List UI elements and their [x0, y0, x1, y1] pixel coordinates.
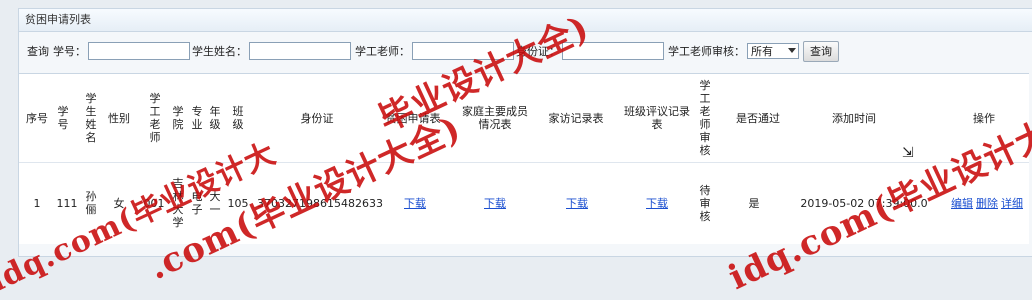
student-name-input[interactable] — [249, 42, 351, 60]
cell-no: 1 — [33, 196, 41, 210]
download-poverty-form-link[interactable]: 下载 — [404, 197, 426, 210]
data-table: 序号 学号 学生姓名 性别 学工老师 学院 专业 年级 班级 身份证 贫困申请表… — [19, 73, 1029, 244]
search-bar: 查询 学号： 学生姓名： 学工老师： 身份证： 学工老师审核： 所有 查询 — [19, 39, 1032, 63]
review-select-value: 所有 — [751, 45, 773, 58]
search-button[interactable]: 查询 — [803, 40, 839, 62]
cell-teacher: 001 — [143, 196, 165, 210]
col-header-visit-form: 家访记录表 — [548, 111, 604, 125]
cell-college: 吉林大学 — [172, 177, 184, 229]
col-header-class-review: 班级评议记录表 — [624, 105, 690, 131]
id-card-label: 身份证： — [516, 45, 560, 58]
col-header-college: 学院 — [172, 105, 184, 131]
col-header-passed: 是否通过 — [736, 111, 780, 125]
cell-poverty-form: 下载 — [395, 162, 435, 244]
col-header-class: 班级 — [232, 105, 244, 131]
download-visit-form-link[interactable]: 下载 — [566, 197, 588, 210]
download-class-review-link[interactable]: 下载 — [646, 197, 668, 210]
student-id-label: 学号： — [53, 45, 86, 58]
edit-link[interactable]: 编辑 — [951, 197, 973, 210]
col-header-no: 序号 — [26, 111, 48, 125]
cell-id-card: 370327198615482633 — [257, 196, 383, 210]
cell-passed: 是 — [748, 196, 760, 210]
detail-link[interactable]: 详细 — [1001, 197, 1023, 210]
chevron-down-icon — [788, 48, 796, 53]
col-header-teacher: 学工老师 — [149, 92, 161, 144]
cell-grade: 大一 — [209, 190, 221, 216]
cell-added-time: 2019-05-02 07:39:00.0 — [800, 196, 928, 210]
student-name-label: 学生姓名： — [192, 45, 247, 58]
panel-title: 贫困申请列表 — [19, 9, 1032, 32]
teacher-label: 学工老师： — [355, 45, 410, 58]
cell-visit-form: 下载 — [557, 162, 597, 244]
cell-family-form: 下载 — [475, 162, 515, 244]
delete-link[interactable]: 删除 — [976, 197, 998, 210]
col-header-family-form: 家庭主要成员情况表 — [462, 105, 528, 131]
col-header-poverty-form: 贫困申请表 — [385, 111, 441, 125]
cell-actions: 编辑 删除 详细 — [947, 162, 1027, 244]
col-header-gender: 性别 — [108, 111, 130, 125]
col-header-name: 学生姓名 — [85, 92, 97, 144]
cell-class-review: 下载 — [637, 162, 677, 244]
cell-major: 电子 — [191, 190, 203, 216]
col-header-actions: 操作 — [973, 111, 995, 125]
col-header-major: 专业 — [191, 105, 203, 131]
col-header-id-card: 身份证 — [300, 111, 334, 125]
review-label: 学工老师审核： — [668, 45, 745, 58]
col-header-grade: 年级 — [209, 105, 221, 131]
mouse-cursor-icon: ⇲ — [902, 145, 914, 161]
col-header-student-id: 学号 — [57, 105, 69, 131]
cell-student-id: 111 — [56, 196, 78, 210]
list-panel: 贫困申请列表 查询 学号： 学生姓名： 学工老师： 身份证： 学工老师审核： 所… — [18, 8, 1032, 257]
col-header-teacher-review: 学工老师审核 — [699, 79, 711, 157]
cell-name: 孙俪 — [85, 190, 97, 216]
review-select[interactable]: 所有 — [747, 43, 799, 59]
id-card-input[interactable] — [562, 42, 664, 60]
cell-gender: 女 — [113, 196, 125, 210]
teacher-input[interactable] — [412, 42, 514, 60]
col-header-added-time: 添加时间 — [832, 111, 876, 125]
cell-teacher-review: 待审核 — [699, 183, 711, 223]
download-family-form-link[interactable]: 下载 — [484, 197, 506, 210]
student-id-input[interactable] — [88, 42, 190, 60]
query-label: 查询 — [27, 45, 49, 58]
